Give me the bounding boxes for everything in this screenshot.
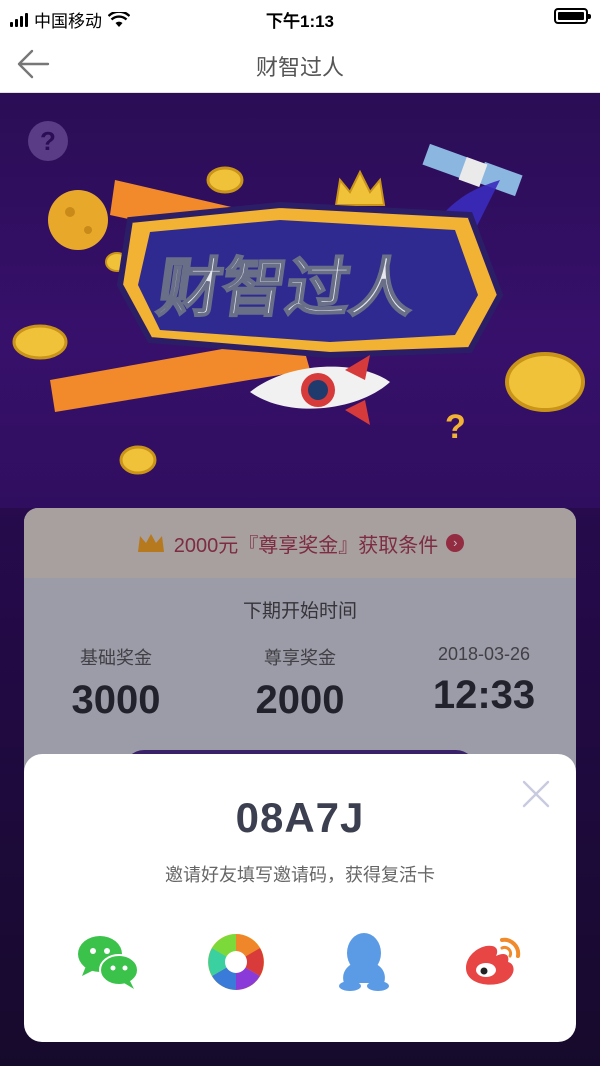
banner-text: 2000元『尊享奖金』获取条件 — [173, 534, 439, 557]
clock: 下午1:13 — [265, 12, 335, 31]
hero-logo-text: 财智过人 — [153, 252, 420, 324]
crown-icon — [334, 169, 386, 206]
coin-icon — [505, 352, 585, 412]
nav-bar: 财智过人 — [0, 36, 600, 93]
coin-icon — [206, 166, 244, 194]
stat-basic-bonus: 基础奖金 3000 — [24, 644, 208, 723]
invite-hint: 邀请好友填写邀请码，获得复活卡 — [165, 865, 435, 885]
svg-text:?: ? — [445, 408, 466, 446]
share-sheet: 08A7J 邀请好友填写邀请码，获得复活卡 — [24, 754, 576, 1042]
wechat-icon — [78, 936, 139, 989]
stat-value: 2000 — [255, 678, 345, 722]
weibo-icon — [466, 937, 521, 985]
page-title: 财智过人 — [255, 55, 344, 80]
hero-illustration: 财智过人 ? — [12, 143, 585, 475]
stat-value: 12:33 — [432, 673, 536, 717]
qq-icon — [339, 933, 389, 991]
stat-label: 2018-03-26 — [437, 644, 531, 664]
coin-icon — [12, 324, 68, 360]
satellite-icon — [422, 143, 523, 197]
share-targets — [24, 930, 576, 994]
invite-code: 08A7J — [235, 794, 365, 841]
next-period-label: 下期开始时间 — [242, 601, 357, 622]
stat-label: 基础奖金 — [80, 648, 152, 668]
battery-icon — [554, 8, 591, 24]
share-wechat-button[interactable] — [76, 930, 140, 994]
stat-value: 3000 — [71, 678, 161, 722]
premium-bonus-banner[interactable]: 2000元『尊享奖金』获取条件 › — [24, 508, 576, 578]
share-moments-button[interactable] — [204, 930, 268, 994]
stat-start-time: 2018-03-26 12:33 — [392, 644, 576, 723]
stat-premium-bonus: 尊享奖金 2000 — [208, 644, 392, 723]
share-qq-button[interactable] — [332, 930, 396, 994]
chevron-right-icon: › — [446, 534, 465, 552]
crown-icon — [137, 534, 164, 552]
planet-icon — [48, 190, 108, 250]
status-bar: 中国移动 下午1:13 — [0, 0, 600, 36]
share-weibo-button[interactable] — [460, 930, 524, 994]
moments-icon — [208, 934, 264, 990]
stat-label: 尊享奖金 — [264, 648, 336, 668]
stats-row: 基础奖金 3000 尊享奖金 2000 2018-03-26 12:33 — [24, 644, 576, 723]
coin-icon — [119, 445, 157, 475]
